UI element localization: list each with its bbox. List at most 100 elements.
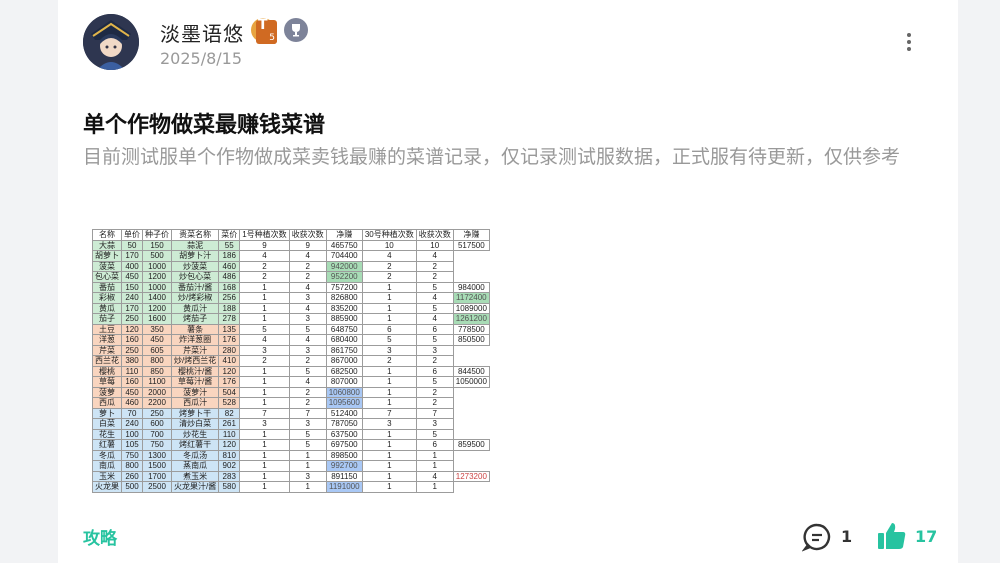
table-cell: 2 bbox=[288, 397, 327, 409]
table-cell: 菠萝 bbox=[92, 386, 122, 398]
table-cell: 2 bbox=[361, 355, 417, 367]
level-badge-number: 5 bbox=[267, 33, 277, 44]
table-row: 草莓 160 1100 草莓汁/酱 176 1 4 807000 1 5 1050000 bbox=[92, 376, 490, 388]
table-cell: 白菜 bbox=[92, 418, 122, 430]
table-row: 西瓜 460 2200 西瓜汁 528 1 2 1095600 1 2 bbox=[92, 397, 490, 409]
table-cell: 3 bbox=[415, 418, 454, 430]
table-cell: 170 bbox=[121, 250, 143, 262]
table-cell: 9 bbox=[288, 239, 327, 251]
table-cell: 2 bbox=[361, 271, 417, 283]
table-cell: 82 bbox=[218, 407, 241, 419]
recipe-table-image[interactable]: 名称 单价 种子价 贵菜名称 菜价 1号种植次数 收获次数 净赚 30号种植次数 收获次数 净赚 大… bbox=[92, 229, 490, 493]
table-cell: 6 bbox=[361, 323, 417, 335]
table-cell: 菠萝汁 bbox=[170, 386, 220, 398]
table-cell: 1 bbox=[361, 386, 417, 398]
table-cell: 薯条 bbox=[170, 323, 220, 335]
table-cell: 283 bbox=[218, 470, 241, 482]
table-cell: 茄子 bbox=[92, 313, 122, 325]
table-cell: 460 bbox=[121, 397, 143, 409]
table-cell: 256 bbox=[218, 292, 241, 304]
table-row: 萝卜 70 250 烤萝卜干 82 7 7 512400 7 7 bbox=[92, 407, 490, 419]
table-cell bbox=[453, 419, 489, 430]
like-count: 17 bbox=[915, 527, 938, 546]
thumbs-up-icon[interactable] bbox=[876, 520, 908, 556]
table-cell bbox=[453, 461, 489, 472]
table-cell: 1 bbox=[361, 281, 417, 293]
avatar[interactable] bbox=[83, 14, 139, 70]
table-cell: 1 bbox=[361, 481, 417, 493]
table-cell: 150 bbox=[121, 281, 143, 293]
table-cell: 炒/烤西兰花 bbox=[170, 355, 220, 367]
table-cell: 冬瓜 bbox=[92, 449, 122, 461]
table-cell: 280 bbox=[218, 344, 241, 356]
table-header-cell: 收获次数 bbox=[415, 229, 454, 241]
username[interactable]: 淡墨语悠 bbox=[160, 18, 244, 47]
table-cell: 2500 bbox=[142, 481, 172, 493]
table-cell: 2 bbox=[415, 260, 454, 272]
table-cell: 玉米 bbox=[92, 470, 122, 482]
table-cell: 5 bbox=[288, 439, 327, 451]
table-cell: 1 bbox=[361, 460, 417, 472]
table-cell: 500 bbox=[142, 250, 172, 262]
table-cell: 5 bbox=[288, 428, 327, 440]
table-cell: 3 bbox=[415, 344, 454, 356]
table-cell: 7 bbox=[288, 407, 327, 419]
table-row: 洋葱 160 450 炸洋葱圈 176 4 4 680400 5 5 850500 bbox=[92, 334, 490, 346]
table-cell: 3 bbox=[288, 292, 327, 304]
table-cell: 5 bbox=[415, 302, 454, 314]
table-cell: 大蒜 bbox=[92, 239, 122, 251]
table-cell: 火龙果 bbox=[92, 481, 122, 493]
table-cell: 草莓汁/酱 bbox=[170, 376, 220, 388]
table-header-cell: 净赚 bbox=[452, 229, 490, 241]
table-row: 樱桃 110 850 樱桃汁/酱 120 1 5 682500 1 6 844500 bbox=[92, 365, 490, 377]
more-vertical-icon[interactable] bbox=[904, 30, 914, 54]
table-cell: 787050 bbox=[325, 418, 363, 430]
table-cell: 菠菜 bbox=[92, 260, 122, 272]
table-cell: 1 bbox=[239, 428, 290, 440]
table-cell: 包心菜 bbox=[92, 271, 122, 283]
table-cell: 2 bbox=[288, 355, 327, 367]
table-cell: 682500 bbox=[325, 365, 363, 377]
table-cell: 3 bbox=[288, 313, 327, 325]
table-row: 西兰花 380 800 炒/烤西兰花 410 2 2 867000 2 2 bbox=[92, 355, 490, 367]
table-cell: 蒸南瓜 bbox=[170, 460, 220, 472]
table-cell: 800 bbox=[121, 460, 143, 472]
table-cell: 400 bbox=[121, 260, 143, 272]
table-cell: 1000 bbox=[142, 260, 172, 272]
table-cell: 2200 bbox=[142, 397, 172, 409]
table-cell: 517500 bbox=[452, 239, 490, 251]
table-cell: 2 bbox=[415, 386, 454, 398]
table-cell: 188 bbox=[218, 302, 241, 314]
table-cell: 1400 bbox=[142, 292, 172, 304]
table-cell bbox=[453, 398, 489, 409]
table-cell: 70 bbox=[121, 407, 143, 419]
table-header-cell: 收获次数 bbox=[288, 229, 327, 241]
table-cell: 810 bbox=[218, 449, 241, 461]
table-cell: 1 bbox=[361, 292, 417, 304]
table-cell: 烤萝卜干 bbox=[170, 407, 220, 419]
table-cell: 2 bbox=[415, 355, 454, 367]
table-cell: 2000 bbox=[142, 386, 172, 398]
comment-icon[interactable] bbox=[801, 522, 832, 556]
table-cell: 6 bbox=[415, 439, 454, 451]
table-cell: 4 bbox=[288, 334, 327, 346]
table-cell: 2 bbox=[415, 397, 454, 409]
table-cell: 844500 bbox=[452, 365, 490, 377]
table-header-cell: 贵菜名称 bbox=[170, 229, 220, 241]
table-cell: 380 bbox=[121, 355, 143, 367]
table-cell: 2 bbox=[415, 271, 454, 283]
table-cell: 512400 bbox=[325, 407, 363, 419]
table-cell: 1 bbox=[288, 449, 327, 461]
table-cell: 186 bbox=[218, 250, 241, 262]
table-cell: 炒包心菜 bbox=[170, 271, 220, 283]
table-cell: 861750 bbox=[325, 344, 363, 356]
table-cell bbox=[453, 251, 489, 262]
table-cell: 1200 bbox=[142, 271, 172, 283]
tag-guide[interactable]: 攻略 bbox=[83, 524, 117, 549]
table-cell: 3 bbox=[239, 344, 290, 356]
table-cell: 7 bbox=[415, 407, 454, 419]
table-cell: 洋葱 bbox=[92, 334, 122, 346]
table-cell: 5 bbox=[239, 323, 290, 335]
table-cell: 1060800 bbox=[325, 386, 363, 398]
table-row: 黄瓜 170 1200 黄瓜汁 188 1 4 835200 1 5 1089000 bbox=[92, 302, 490, 314]
